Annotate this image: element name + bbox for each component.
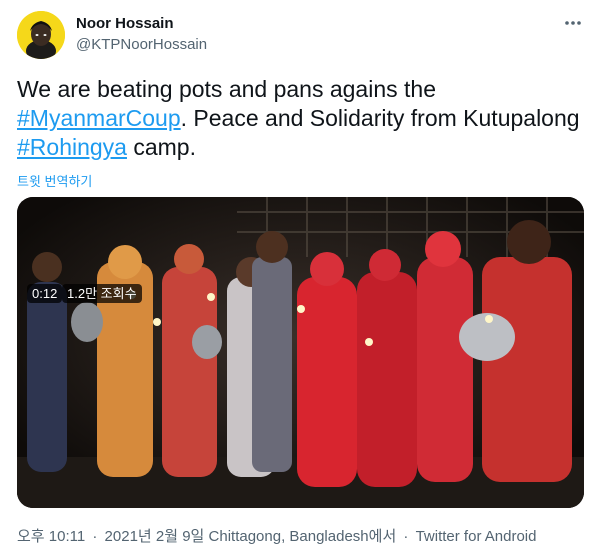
tweet-time[interactable]: 오후 10:11	[17, 528, 85, 545]
meta-separator: ·	[403, 528, 409, 545]
more-horizontal-icon	[565, 21, 581, 25]
video-frame-image	[17, 197, 584, 508]
more-options-button[interactable]	[562, 12, 584, 34]
avatar[interactable]	[17, 11, 65, 59]
hashtag-rohingya[interactable]: #Rohingya	[17, 134, 127, 160]
tweet-metadata: 오후 10:11 · 2021년 2월 9일 Chittagong, Bangl…	[17, 525, 536, 546]
avatar-portrait-icon	[17, 11, 65, 59]
tweet-text-part: . Peace and Solidarity from Kutupalong	[180, 105, 580, 131]
video-views-badge: 1.2만 조회수	[62, 284, 142, 303]
meta-separator: ·	[92, 528, 98, 545]
tweet-text: We are beating pots and pans agains the …	[17, 75, 587, 162]
author-name[interactable]: Noor Hossain	[76, 15, 174, 32]
author-handle[interactable]: @KTPNoorHossain	[76, 36, 207, 53]
hashtag-myanmarcoup[interactable]: #MyanmarCoup	[17, 105, 181, 131]
video-player[interactable]	[17, 197, 584, 508]
tweet-text-part: We are beating pots and pans agains the	[17, 76, 436, 102]
tweet-text-part: camp.	[126, 134, 196, 160]
tweet-location[interactable]: Chittagong, Bangladesh에서	[209, 528, 397, 545]
tweet-source[interactable]: Twitter for Android	[416, 528, 537, 545]
tweet-date[interactable]: 2021년 2월 9일	[105, 528, 205, 545]
translate-tweet-link[interactable]: 트윗 번역하기	[17, 171, 92, 190]
video-duration-badge: 0:12	[27, 284, 63, 303]
